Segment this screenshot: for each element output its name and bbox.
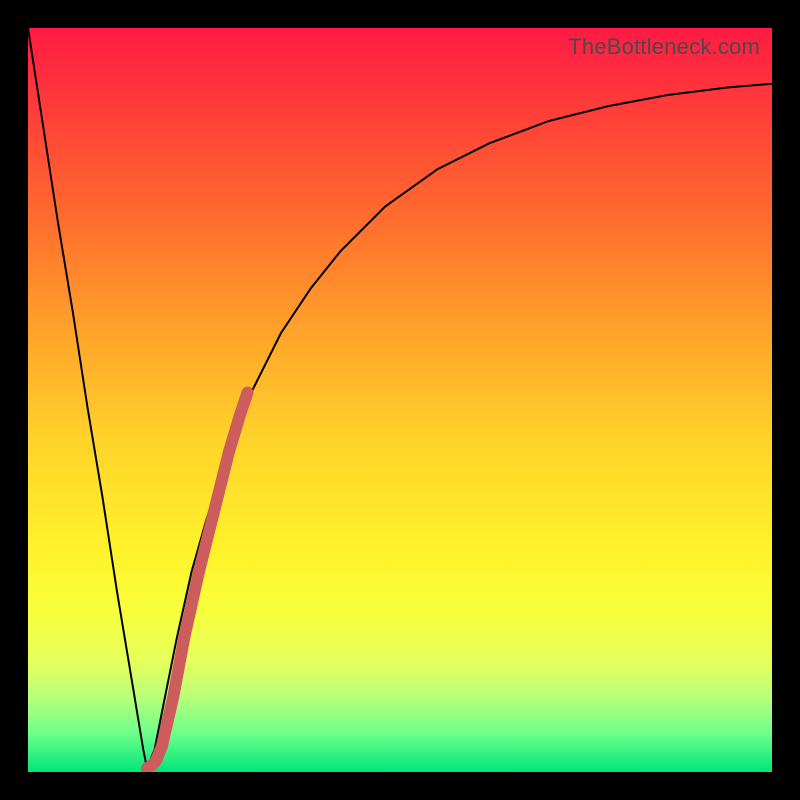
bottleneck-curve [28, 28, 772, 768]
plot-area: TheBottleneck.com [28, 28, 772, 772]
chart-frame: TheBottleneck.com [0, 0, 800, 800]
chart-svg [28, 28, 772, 772]
